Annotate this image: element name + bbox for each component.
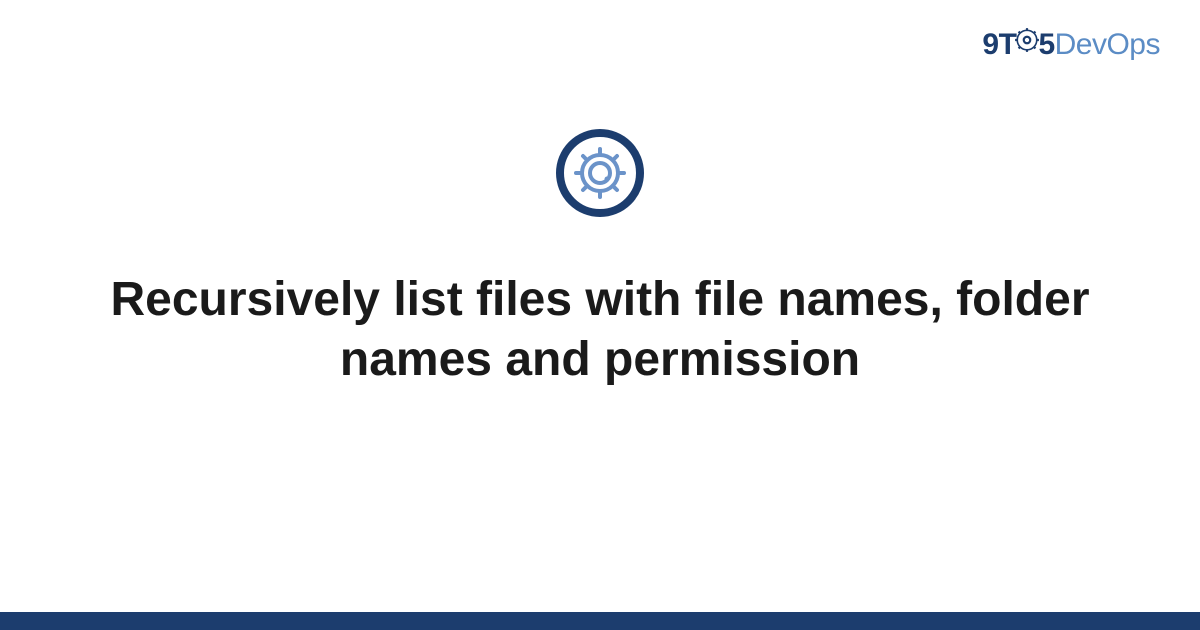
hero-gear-icon bbox=[555, 128, 645, 218]
logo-gear-icon bbox=[1014, 27, 1040, 61]
logo-middle: 5 bbox=[1038, 28, 1054, 61]
page-title: Recursively list files with file names, … bbox=[60, 270, 1140, 390]
site-logo: 9T 5DevOps bbox=[982, 28, 1160, 63]
logo-prefix: 9T bbox=[982, 28, 1016, 61]
footer-bar bbox=[0, 612, 1200, 630]
logo-suffix: DevOps bbox=[1055, 28, 1160, 61]
